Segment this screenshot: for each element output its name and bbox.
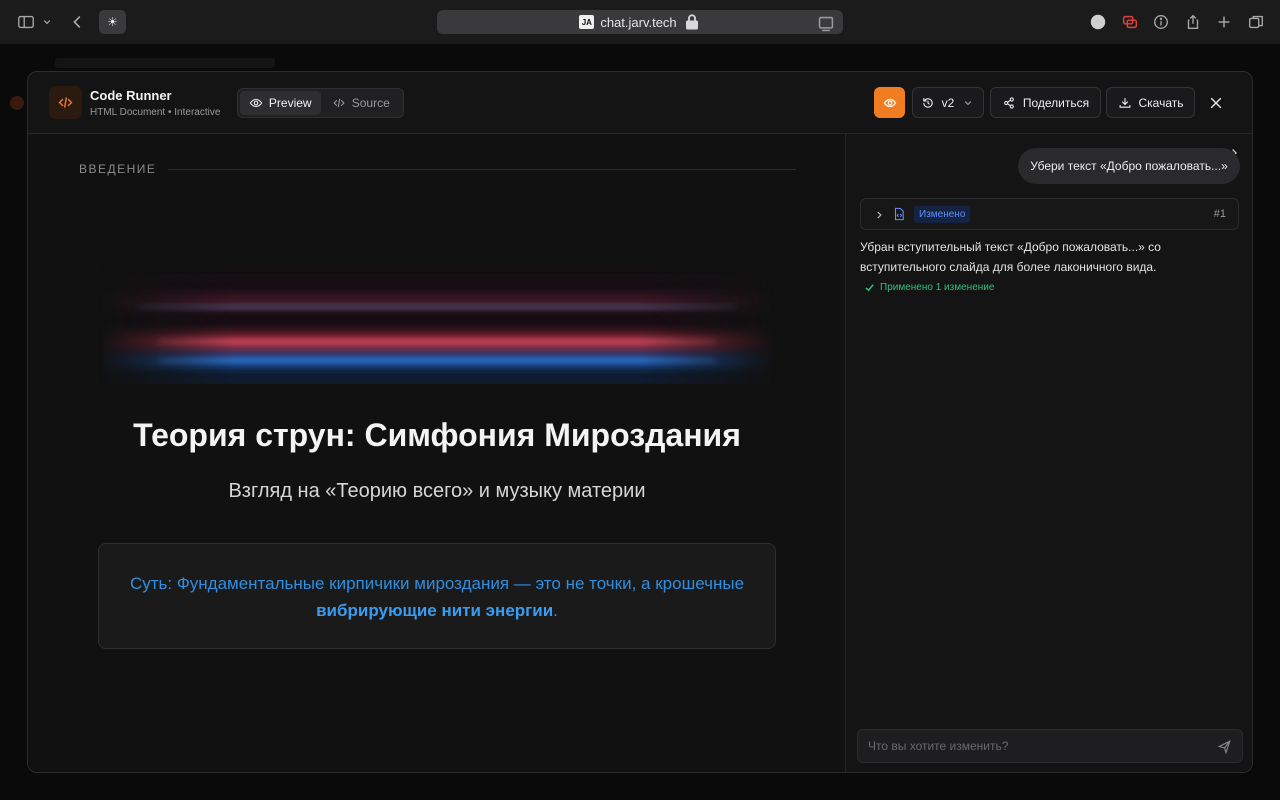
sidebar-toggle-icon[interactable]	[16, 12, 36, 32]
download-label: Скачать	[1138, 95, 1184, 110]
tab-favicon[interactable]: ☀	[99, 10, 126, 34]
preview-pane: ВВЕДЕНИЕ Теория струн: Симфония Мироздан…	[28, 134, 846, 772]
version-select[interactable]: v2	[912, 87, 984, 118]
status-badge: Изменено	[914, 206, 971, 223]
tabs-overview-icon[interactable]	[1246, 12, 1266, 32]
chevron-down-icon	[965, 100, 972, 105]
app-subtitle: HTML Document • Interactive	[90, 107, 221, 118]
preview-toggle-button[interactable]	[874, 87, 905, 118]
code-runner-modal: Code Runner HTML Document • Interactive …	[27, 71, 1253, 773]
sun-icon: ☀	[107, 15, 118, 29]
reader-icon[interactable]	[817, 15, 835, 36]
string-vibration-graphic	[98, 274, 776, 384]
site-icon: JA	[579, 15, 595, 29]
change-card[interactable]: Изменено #1	[860, 198, 1239, 230]
browser-toolbar: ☀ JA chat.jarv.tech	[0, 0, 1280, 44]
tab-source[interactable]: Source	[321, 91, 402, 115]
info-icon[interactable]	[1151, 12, 1171, 32]
chat-input[interactable]	[868, 730, 1208, 762]
slide-subtitle: Взгляд на «Теорию всего» и музыку матери…	[228, 480, 646, 502]
url-text: chat.jarv.tech	[600, 14, 677, 30]
share-nodes-icon	[1003, 96, 1014, 109]
download-button[interactable]: Скачать	[1106, 87, 1195, 118]
check-icon	[865, 284, 874, 292]
code-icon	[333, 98, 345, 108]
address-bar[interactable]: JA chat.jarv.tech	[437, 10, 843, 34]
user-message: Убери текст «Добро пожаловать...»	[1018, 148, 1240, 184]
slide-title: Теория струн: Симфония Мироздания	[133, 417, 741, 453]
callout-box: Суть: Фундаментальные кирпичики мироздан…	[98, 543, 776, 649]
view-toggle: Preview Source	[237, 88, 404, 118]
extension-icon[interactable]	[1120, 12, 1140, 32]
share-icon[interactable]	[1183, 12, 1203, 32]
chat-panel: Убери текст «Добро пожаловать...» Измене…	[847, 134, 1252, 772]
modal-header: Code Runner HTML Document • Interactive …	[28, 72, 1252, 134]
share-button[interactable]: Поделиться	[990, 87, 1101, 118]
send-icon[interactable]	[1217, 739, 1232, 755]
share-label: Поделиться	[1022, 95, 1090, 110]
lock-icon	[685, 14, 698, 30]
dark-mode-icon[interactable]	[1088, 12, 1108, 32]
history-icon	[922, 97, 933, 108]
tab-preview-label: Preview	[268, 96, 312, 110]
eye-icon	[249, 98, 263, 108]
version-label: v2	[941, 95, 955, 110]
tab-preview[interactable]: Preview	[240, 91, 321, 115]
assistant-message: Убран вступительный текст «Добро пожалов…	[860, 240, 1161, 274]
section-label: ВВЕДЕНИЕ	[79, 162, 157, 176]
close-icon[interactable]	[1206, 93, 1226, 113]
backdrop-avatar	[10, 96, 24, 110]
new-tab-icon[interactable]	[1214, 12, 1234, 32]
backdrop-title	[55, 58, 275, 68]
callout-text: Суть: Фундаментальные кирпичики мироздан…	[129, 574, 745, 593]
tab-source-label: Source	[351, 96, 390, 110]
download-icon	[1119, 97, 1130, 108]
callout-bold: вибрирующие нити энергии	[316, 601, 554, 620]
chevron-right-icon[interactable]	[873, 208, 885, 220]
file-code-icon	[892, 207, 906, 221]
applied-text: Применено 1 изменение	[880, 282, 995, 293]
chat-input-box	[857, 729, 1243, 763]
section-divider	[168, 169, 796, 170]
app-title: Code Runner	[90, 88, 172, 103]
change-number: #1	[1213, 208, 1226, 220]
chevron-down-icon[interactable]	[40, 12, 54, 32]
eye-icon	[883, 98, 896, 107]
callout-end: .	[553, 601, 558, 620]
code-icon	[49, 86, 82, 119]
back-icon[interactable]	[68, 12, 88, 32]
applied-status: Применено 1 изменение	[864, 282, 994, 293]
